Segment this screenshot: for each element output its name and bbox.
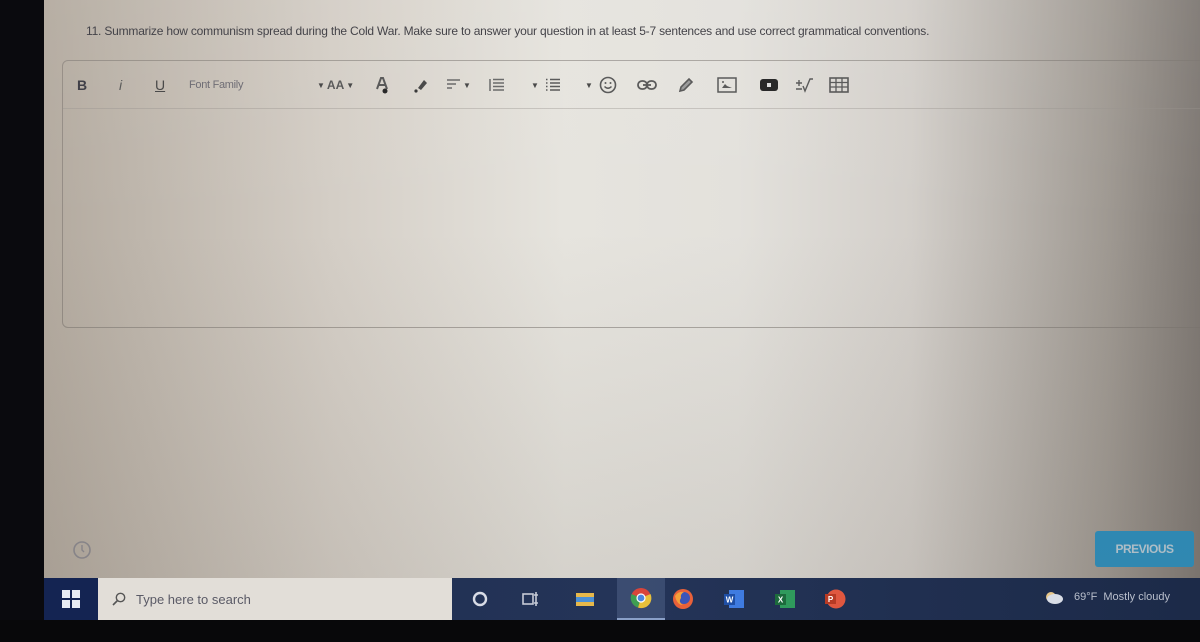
weather-widget[interactable]: 69°F Mostly cloudy xyxy=(1044,590,1170,604)
unordered-list-button[interactable] xyxy=(545,75,561,95)
chevron-down-icon: ▼ xyxy=(531,80,539,90)
insert-video-button[interactable] xyxy=(759,75,779,95)
task-view-icon xyxy=(522,592,538,606)
excel-icon: X xyxy=(775,590,795,608)
file-explorer-button[interactable] xyxy=(572,587,598,611)
unordered-list-dropdown[interactable]: ▼ xyxy=(583,75,595,95)
math-icon xyxy=(796,78,813,93)
cloudy-weather-icon xyxy=(1046,592,1063,604)
powerpoint-icon: P xyxy=(825,589,846,609)
windows-logo-icon xyxy=(62,590,80,608)
task-view-button[interactable] xyxy=(518,587,544,611)
rich-text-editor: B i U Font Family ▼ AA ▼ ▼ ▼ ▼ xyxy=(62,60,1200,328)
firefox-icon xyxy=(673,589,693,609)
text-color-icon xyxy=(376,77,388,94)
cortana-icon xyxy=(472,591,488,607)
chevron-down-icon: ▼ xyxy=(463,80,471,90)
svg-text:W: W xyxy=(726,596,734,605)
emoji-icon xyxy=(599,76,617,94)
ordered-list-icon xyxy=(489,78,504,91)
word-button[interactable]: W xyxy=(721,587,747,611)
image-icon xyxy=(717,77,737,93)
font-family-label: Font Family xyxy=(189,79,244,91)
text-color-button[interactable] xyxy=(375,75,389,95)
underline-button[interactable]: U xyxy=(155,75,165,95)
pencil-icon xyxy=(678,77,694,93)
svg-text:X: X xyxy=(778,596,784,605)
math-equation-button[interactable] xyxy=(795,75,813,95)
draw-button[interactable] xyxy=(677,75,695,95)
ordered-list-button[interactable] xyxy=(489,75,505,95)
highlight-icon xyxy=(414,80,427,93)
chevron-down-icon: ▼ xyxy=(317,80,325,90)
link-button[interactable] xyxy=(637,75,657,95)
taskbar-search-input[interactable]: Type here to search xyxy=(98,578,452,620)
windows-taskbar: Type here to search W X P 69°F Mostly cl… xyxy=(44,578,1200,620)
screen-bezel-bottom xyxy=(0,620,1200,642)
emoji-button[interactable] xyxy=(599,75,617,95)
chevron-down-icon: ▼ xyxy=(346,80,355,90)
font-family-dropdown[interactable]: Font Family xyxy=(189,75,243,95)
word-icon: W xyxy=(724,590,744,608)
chrome-icon xyxy=(630,588,652,609)
ordered-list-dropdown[interactable]: ▼ xyxy=(529,75,541,95)
font-size-label: AA xyxy=(326,78,345,92)
insert-table-button[interactable] xyxy=(829,75,849,95)
highlight-button[interactable] xyxy=(413,75,429,95)
editor-toolbar: B i U Font Family ▼ AA ▼ ▼ ▼ ▼ xyxy=(63,61,1200,109)
unordered-list-icon xyxy=(546,78,560,91)
chevron-down-icon: ▼ xyxy=(585,80,593,90)
italic-button[interactable]: i xyxy=(119,75,122,95)
start-button[interactable] xyxy=(44,578,98,620)
powerpoint-button[interactable]: P xyxy=(822,587,848,611)
answer-textarea[interactable] xyxy=(63,110,1200,327)
chrome-button[interactable] xyxy=(617,578,665,620)
screen-bezel-left xyxy=(0,0,44,642)
video-icon xyxy=(760,79,778,91)
align-dropdown[interactable]: ▼ xyxy=(447,75,473,95)
folder-icon xyxy=(576,593,594,606)
align-left-icon xyxy=(447,79,460,89)
svg-text:P: P xyxy=(828,595,834,604)
search-icon xyxy=(112,592,126,606)
firefox-button[interactable] xyxy=(670,587,696,611)
timer-icon xyxy=(72,540,92,560)
table-icon xyxy=(829,77,849,93)
font-size-dropdown[interactable]: ▼ AA ▼ xyxy=(315,75,356,95)
browser-viewport: 11. Summarize how communism spread durin… xyxy=(44,0,1200,578)
previous-button[interactable]: PREVIOUS xyxy=(1095,531,1194,567)
link-icon xyxy=(637,80,657,90)
weather-condition: Mostly cloudy xyxy=(1103,591,1170,603)
search-placeholder: Type here to search xyxy=(136,591,251,607)
weather-temperature: 69°F xyxy=(1074,591,1098,603)
bold-button[interactable]: B xyxy=(77,75,87,95)
insert-image-button[interactable] xyxy=(717,75,737,95)
excel-button[interactable]: X xyxy=(772,587,798,611)
question-prompt: 11. Summarize how communism spread durin… xyxy=(86,24,930,38)
cortana-button[interactable] xyxy=(467,587,493,611)
